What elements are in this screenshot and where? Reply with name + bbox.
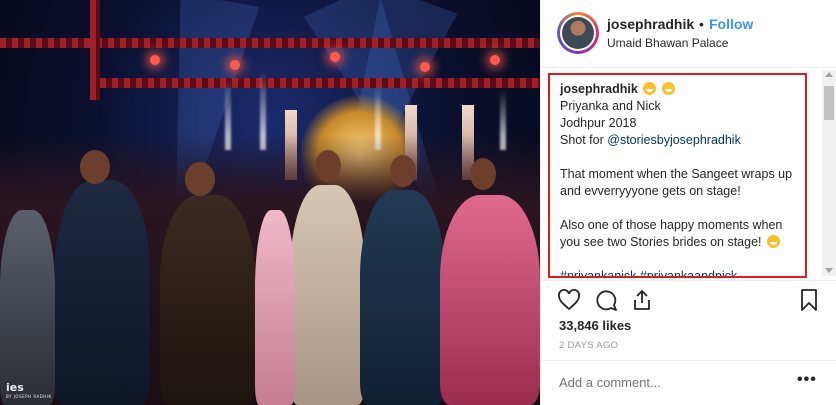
action-bar xyxy=(541,280,836,321)
person-head xyxy=(185,162,215,196)
caption-line: Also one of those happy moments when xyxy=(560,217,800,234)
stage-light xyxy=(230,60,240,70)
avatar-frame xyxy=(560,15,596,51)
post-sidebar: josephradhik • Follow Umaid Bhawan Palac… xyxy=(540,0,836,405)
avatar[interactable] xyxy=(557,12,599,54)
location-link[interactable]: Umaid Bhawan Palace xyxy=(607,36,728,50)
stage-light xyxy=(420,62,430,72)
grinning-emoji-icon xyxy=(661,82,675,95)
stage-light xyxy=(330,52,340,62)
watermark-logo: ies BY JOSEPH RADHIK xyxy=(6,381,52,399)
instagram-post: ies BY JOSEPH RADHIK josephradhik • Foll… xyxy=(0,0,836,405)
hashtag-links[interactable]: #priyankanick #priyankaandnick xyxy=(560,268,800,276)
comment-form: ••• xyxy=(541,360,836,405)
caption-scrollbar[interactable] xyxy=(822,70,836,276)
caption-username[interactable]: josephradhik xyxy=(560,82,638,96)
separator-dot: • xyxy=(699,16,704,32)
person-head xyxy=(315,150,341,182)
stage-truss xyxy=(100,78,540,88)
stage-light xyxy=(150,55,160,65)
watermark-text: ies xyxy=(6,381,24,394)
scroll-down-arrow-icon[interactable] xyxy=(825,268,833,273)
post-caption: josephradhik Priyanka and Nick Jodhpur 2… xyxy=(560,81,800,276)
comment-icon[interactable] xyxy=(594,288,618,312)
grinning-emoji-icon xyxy=(766,235,780,248)
username-link[interactable]: josephradhik xyxy=(607,16,694,32)
post-photo[interactable]: ies BY JOSEPH RADHIK xyxy=(0,0,540,405)
bookmark-icon[interactable] xyxy=(797,288,821,312)
caption-line: Jodhpur 2018 xyxy=(560,116,637,130)
person xyxy=(255,210,295,405)
person-head xyxy=(80,150,110,184)
heart-icon[interactable] xyxy=(557,288,581,312)
post-header: josephradhik • Follow Umaid Bhawan Palac… xyxy=(541,0,836,68)
caption-line: and evverryyyone gets on stage! xyxy=(560,184,741,198)
watermark-subtext: BY JOSEPH RADHIK xyxy=(6,394,52,399)
caption-header-line: josephradhik xyxy=(560,81,800,98)
caption-line: That moment when the Sangeet wraps up xyxy=(560,167,793,181)
stage-truss xyxy=(90,0,100,100)
caption-line: you see two Stories brides on stage! xyxy=(560,234,800,251)
stage-light xyxy=(490,55,500,65)
caption-text: you see two Stories brides on stage! xyxy=(560,235,765,249)
caption-text: Shot for xyxy=(560,133,608,147)
caption-text: Also one of those happy moments when xyxy=(560,218,783,232)
caption-highlight-box: josephradhik Priyanka and Nick Jodhpur 2… xyxy=(548,73,807,278)
comment-input[interactable] xyxy=(559,375,779,390)
person-head xyxy=(390,155,416,187)
mention-link[interactable]: @storiesbyjosephradhik xyxy=(607,133,741,147)
likes-count[interactable]: 33,846 likes xyxy=(559,318,631,333)
person xyxy=(440,195,540,405)
more-options-icon[interactable]: ••• xyxy=(797,371,817,389)
stage-truss xyxy=(0,38,540,48)
caption-line: Shot for @storiesbyjosephradhik xyxy=(560,132,800,149)
caption-line: Priyanka and Nick xyxy=(560,99,661,113)
person xyxy=(290,185,365,405)
person xyxy=(360,190,445,405)
person-head xyxy=(470,158,496,190)
grinning-emoji-icon xyxy=(643,82,657,95)
post-timestamp[interactable]: 2 DAYS AGO xyxy=(559,340,618,351)
scroll-up-arrow-icon[interactable] xyxy=(825,72,833,77)
avatar-image xyxy=(562,17,594,49)
scroll-thumb[interactable] xyxy=(824,86,834,120)
share-icon[interactable] xyxy=(630,288,654,312)
person xyxy=(0,210,55,405)
follow-button[interactable]: Follow xyxy=(709,16,753,32)
person xyxy=(160,195,255,405)
person xyxy=(55,180,150,405)
